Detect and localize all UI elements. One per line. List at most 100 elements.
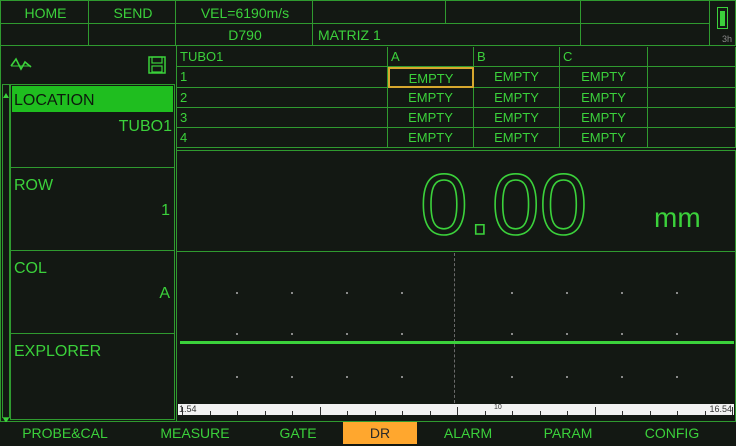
grid-cell-3a[interactable]: EMPTY — [388, 108, 474, 128]
col-label: COL — [14, 260, 47, 277]
grid-dot — [291, 376, 293, 378]
grid-dot — [236, 376, 238, 378]
menu-alarm[interactable]: ALARM — [428, 422, 508, 444]
menu-dr[interactable]: DR — [343, 422, 417, 444]
grid-cell-2x — [648, 88, 736, 108]
grid-dot — [621, 333, 623, 335]
grid-dot — [401, 333, 403, 335]
menu-measure[interactable]: MEASURE — [140, 422, 250, 444]
grid-dot — [346, 333, 348, 335]
grid-row-label: 2 — [177, 88, 388, 108]
grid-cell-1a[interactable]: EMPTY — [388, 67, 474, 88]
grid-cell-1b[interactable]: EMPTY — [474, 67, 560, 88]
grid-cell-3c[interactable]: EMPTY — [560, 108, 648, 128]
grid-cell-4x — [648, 128, 736, 148]
matrix-value: MATRIZ 1 — [318, 27, 381, 43]
explorer-item[interactable]: EXPLORER — [10, 333, 175, 420]
grid-dot — [511, 333, 513, 335]
grid-col-b[interactable]: B — [474, 47, 560, 67]
matrix-field[interactable]: MATRIZ 1 — [312, 23, 581, 46]
ruler-tick — [429, 411, 431, 415]
grid-cell-4b[interactable]: EMPTY — [474, 128, 560, 148]
ruler-tick — [567, 411, 568, 415]
battery-box: 3h — [709, 0, 736, 46]
location-value: TUBO1 — [118, 118, 172, 135]
send-label: SEND — [113, 5, 153, 21]
ruler-tick — [512, 411, 513, 415]
grid-dot — [346, 292, 348, 294]
grid-cell-3b[interactable]: EMPTY — [474, 108, 560, 128]
ruler-tick — [402, 411, 403, 415]
ruler-tick — [237, 411, 238, 415]
grid-cell-2a[interactable]: EMPTY — [388, 88, 474, 108]
ruler-tick — [484, 411, 486, 415]
menu-param[interactable]: PARAM — [528, 422, 608, 444]
ruler-tick — [292, 411, 293, 415]
grid-dot — [676, 292, 678, 294]
ruler-tick — [209, 411, 211, 415]
col-value: A — [159, 285, 170, 302]
grid-cell-1c[interactable]: EMPTY — [560, 67, 648, 88]
battery-hours: 3h — [722, 34, 733, 44]
grid-dot — [291, 333, 293, 335]
scroll-up-arrow-icon[interactable] — [3, 85, 9, 98]
grid-cell-4c[interactable]: EMPTY — [560, 128, 648, 148]
grid-dot — [401, 376, 403, 378]
send-button[interactable]: SEND — [88, 0, 176, 24]
explorer-label: EXPLORER — [14, 343, 102, 360]
grid-row-label: 4 — [177, 128, 388, 148]
menu-gate[interactable]: GATE — [258, 422, 338, 444]
header-empty-3 — [580, 0, 710, 24]
grid-row-label: 3 — [177, 108, 388, 128]
grid-dot — [566, 333, 568, 335]
grid-cell-2c[interactable]: EMPTY — [560, 88, 648, 108]
reading-unit: mm — [654, 202, 701, 233]
scale-left-value: 1.54 — [179, 404, 197, 414]
grid-col-extra — [648, 47, 736, 67]
probe-value: D790 — [228, 27, 262, 43]
grid-col-c[interactable]: C — [560, 47, 648, 67]
scale-ruler: 1.54 10 16.54 — [178, 404, 734, 415]
grid-dot — [236, 292, 238, 294]
scale-right-value: 16.54 — [709, 404, 732, 414]
ruler-tick — [319, 407, 321, 415]
grid-dot — [676, 333, 678, 335]
scale-mid-value: 10 — [494, 404, 502, 411]
location-label: LOCATION — [14, 92, 95, 109]
grid-cell-4a[interactable]: EMPTY — [388, 128, 474, 148]
grid-dot — [566, 292, 568, 294]
battery-icon — [717, 7, 728, 29]
grid-cell-2b[interactable]: EMPTY — [474, 88, 560, 108]
menu-config[interactable]: CONFIG — [630, 422, 714, 444]
grid-dot — [346, 376, 348, 378]
scroll-down-arrow-icon[interactable] — [3, 411, 9, 423]
col-item[interactable]: COL A — [10, 250, 175, 334]
left-scrollbar[interactable] — [2, 84, 10, 423]
ruler-tick — [594, 407, 596, 415]
grid-dot — [401, 292, 403, 294]
save-icon[interactable] — [148, 56, 166, 79]
svg-text:0.00: 0.00 — [420, 157, 587, 248]
header-empty-5 — [88, 23, 176, 46]
ruler-tick — [622, 411, 623, 415]
velocity-field[interactable]: VEL=6190m/s — [175, 0, 313, 24]
velocity-value: VEL=6190m/s — [200, 5, 290, 21]
ruler-tick — [677, 411, 678, 415]
grid-dot — [566, 376, 568, 378]
header-empty-6 — [580, 23, 710, 46]
wave-icon[interactable] — [10, 56, 32, 79]
ruler-tick — [704, 411, 706, 415]
row-item[interactable]: ROW 1 — [10, 167, 175, 251]
home-label: HOME — [24, 5, 67, 21]
header-empty-2 — [445, 0, 581, 24]
location-item[interactable]: LOCATION TUBO1 — [10, 84, 175, 168]
ruler-tick — [457, 407, 458, 415]
menu-probe-cal[interactable]: PROBE&CAL — [10, 422, 120, 444]
grid-col-a[interactable]: A — [388, 47, 474, 67]
grid-dot — [511, 292, 513, 294]
row-label: ROW — [14, 177, 54, 194]
home-button[interactable]: HOME — [0, 0, 89, 24]
probe-field[interactable]: D790 — [175, 23, 313, 46]
ruler-tick — [347, 411, 348, 415]
ruler-tick — [264, 411, 266, 415]
